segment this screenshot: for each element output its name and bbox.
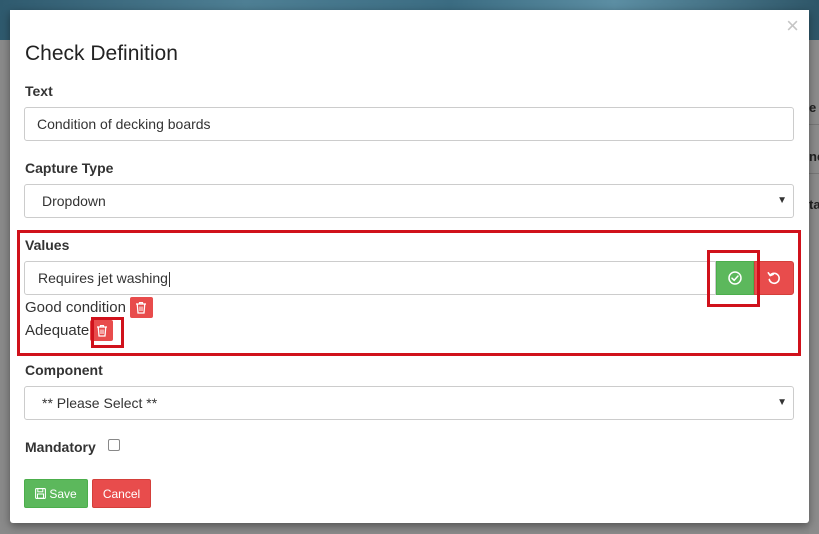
cancel-button[interactable]: Cancel [92, 479, 151, 508]
component-select[interactable]: ** Please Select ** ▼ [24, 386, 794, 420]
component-value: ** Please Select ** [42, 395, 158, 411]
check-definition-dialog: × Check Definition Text Condition of dec… [10, 10, 809, 523]
cancel-button-label: Cancel [102, 486, 141, 501]
dialog-title: Check Definition [25, 42, 178, 65]
close-icon[interactable]: × [786, 14, 799, 38]
background-divider [809, 124, 819, 125]
values-section-highlight [17, 230, 801, 356]
save-button-label: Save [49, 486, 77, 501]
mandatory-checkbox[interactable] [108, 439, 120, 451]
capture-type-select[interactable]: Dropdown ▼ [24, 184, 794, 218]
background-text-fragment: ta [809, 197, 819, 212]
text-input[interactable]: Condition of decking boards [24, 107, 794, 141]
background-text-fragment: ne [809, 149, 819, 164]
floppy-disk-icon [35, 488, 47, 499]
mandatory-label: Mandatory [25, 439, 96, 455]
save-button[interactable]: Save [24, 479, 88, 508]
text-label: Text [25, 83, 53, 99]
delete-button-highlight [91, 317, 124, 348]
background-divider [809, 173, 819, 174]
background-text-fragment: e [809, 100, 817, 115]
caret-down-icon: ▼ [777, 397, 787, 408]
caret-down-icon: ▼ [777, 195, 787, 206]
confirm-button-highlight [707, 250, 760, 307]
component-label: Component [25, 362, 103, 378]
capture-type-label: Capture Type [25, 160, 114, 176]
capture-type-value: Dropdown [42, 193, 106, 209]
